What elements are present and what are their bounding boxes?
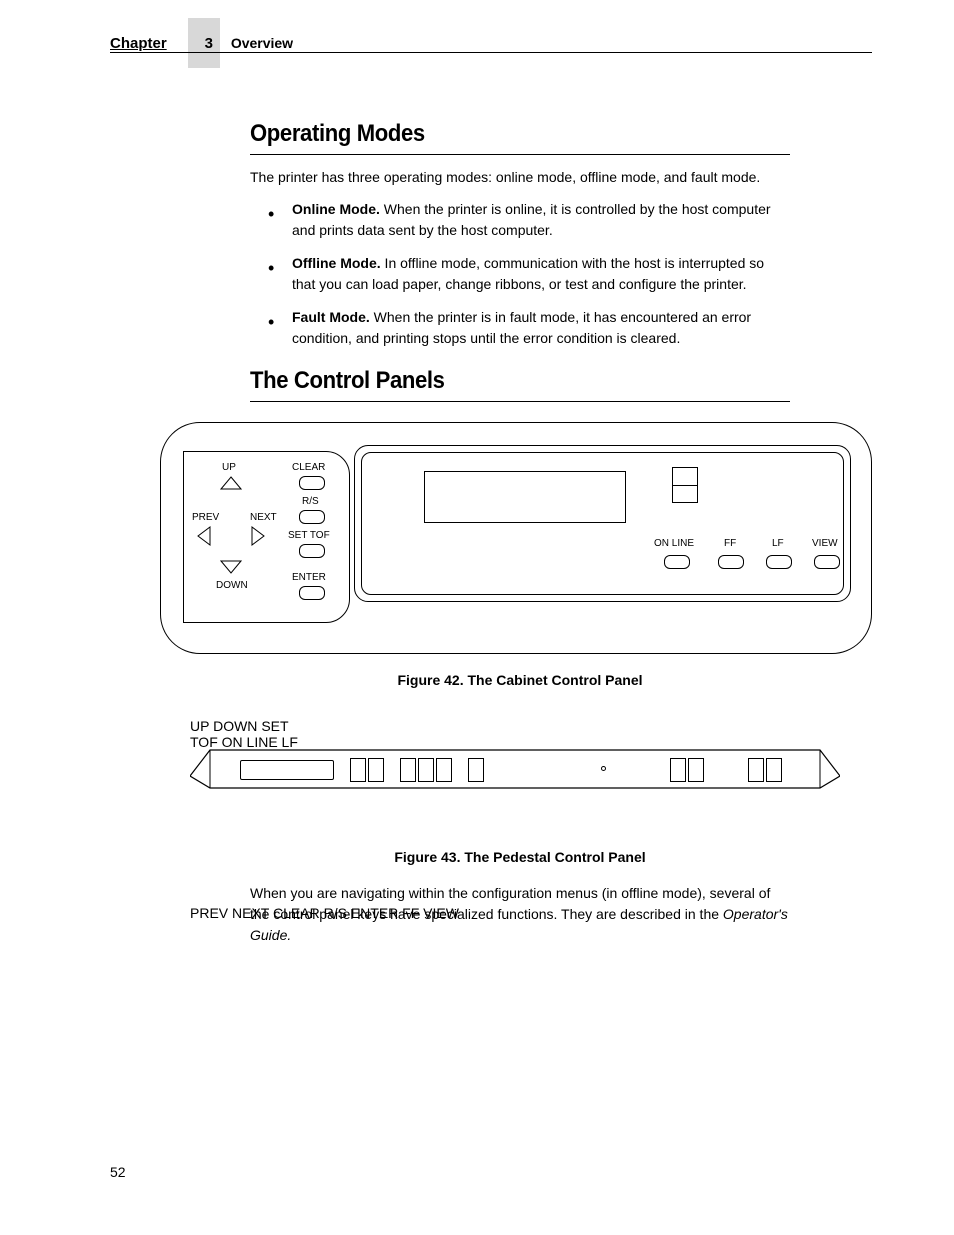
label-lf: LF: [772, 538, 784, 549]
heading-control-panels: The Control Panels: [250, 367, 747, 395]
label-rs: R/S: [302, 496, 319, 507]
button-ff-icon: [718, 555, 744, 569]
button-clear-icon: [299, 476, 325, 490]
label-rs: R/S: [324, 905, 347, 921]
label-clear: CLEAR: [273, 905, 320, 921]
label-enter: ENTER: [292, 572, 326, 583]
label-enter: ENTER: [351, 905, 398, 921]
section-rule: [250, 154, 790, 155]
pedestal-key: [418, 758, 434, 782]
mode-list: Online Mode. When the printer is online,…: [250, 199, 790, 349]
arrow-up-icon: [220, 476, 242, 490]
figure-cabinet-control-panel: UP PREV NEXT DOWN CLEAR R/S SET TOF ENTE…: [160, 422, 872, 654]
bullet-fault: Fault Mode. When the printer is in fault…: [250, 307, 790, 349]
figure-pedestal-control-panel: UP DOWN SET TOF ON LINE LF: [190, 718, 840, 819]
label-clear: CLEAR: [292, 462, 325, 473]
cabinet-keypad: UP PREV NEXT DOWN CLEAR R/S SET TOF ENTE…: [183, 451, 350, 623]
label-ff: FF: [724, 538, 736, 549]
label-next: NEXT: [232, 905, 269, 921]
chapter-label: Chapter: [110, 35, 167, 52]
label-next: NEXT: [250, 512, 277, 523]
pedestal-lcd: [240, 760, 334, 780]
page-header: Chapter 3 Overview: [110, 35, 293, 52]
figure42-caption: Figure 42. The Cabinet Control Panel: [250, 672, 790, 688]
cabinet-display-inner: ON LINE FF LF VIEW: [361, 452, 844, 595]
label-view: VIEW: [812, 538, 838, 549]
button-online-icon: [664, 555, 690, 569]
button-enter-icon: [299, 586, 325, 600]
label-view: VIEW: [423, 905, 459, 921]
pedestal-body: [190, 738, 840, 793]
pedestal-key: [400, 758, 416, 782]
header-section: Overview: [231, 35, 293, 51]
intro-paragraph: The printer has three operating modes: o…: [250, 167, 790, 187]
label-prev: PREV: [192, 512, 219, 523]
pedestal-key: [748, 758, 764, 782]
section-rule: [250, 401, 790, 402]
label-up: UP: [190, 718, 209, 734]
led-indicator: [672, 467, 698, 503]
arrow-right-icon: [251, 526, 265, 549]
pedestal-key: [436, 758, 452, 782]
button-rs-icon: [299, 510, 325, 524]
arrow-left-icon: [197, 526, 211, 549]
button-settof-icon: [299, 544, 325, 558]
cabinet-display: ON LINE FF LF VIEW: [354, 445, 851, 602]
lcd-screen: [424, 471, 626, 523]
label-down: DOWN: [213, 718, 257, 734]
button-view-icon: [814, 555, 840, 569]
pedestal-key: [368, 758, 384, 782]
heading-operating-modes: Operating Modes: [250, 120, 747, 148]
mode-title: Online Mode.: [292, 201, 380, 217]
bullet-offline: Offline Mode. In offline mode, communica…: [250, 253, 790, 295]
pedestal-key: [670, 758, 686, 782]
pedestal-key: [688, 758, 704, 782]
mode-title: Offline Mode.: [292, 255, 381, 271]
label-up: UP: [222, 462, 236, 473]
label-down: DOWN: [216, 580, 248, 591]
page-number: 52: [110, 1164, 126, 1180]
arrow-down-icon: [220, 560, 242, 577]
label-ff: FF: [402, 905, 419, 921]
button-lf-icon: [766, 555, 792, 569]
label-prev: PREV: [190, 905, 228, 921]
pedestal-key: [350, 758, 366, 782]
pedestal-key: [468, 758, 484, 782]
chapter-number: 3: [205, 35, 213, 52]
bullet-online: Online Mode. When the printer is online,…: [250, 199, 790, 241]
label-settof: SET TOF: [288, 530, 330, 541]
label-online: ON LINE: [654, 538, 694, 549]
pedestal-key: [766, 758, 782, 782]
header-rule: [110, 52, 872, 53]
mode-title: Fault Mode.: [292, 309, 370, 325]
